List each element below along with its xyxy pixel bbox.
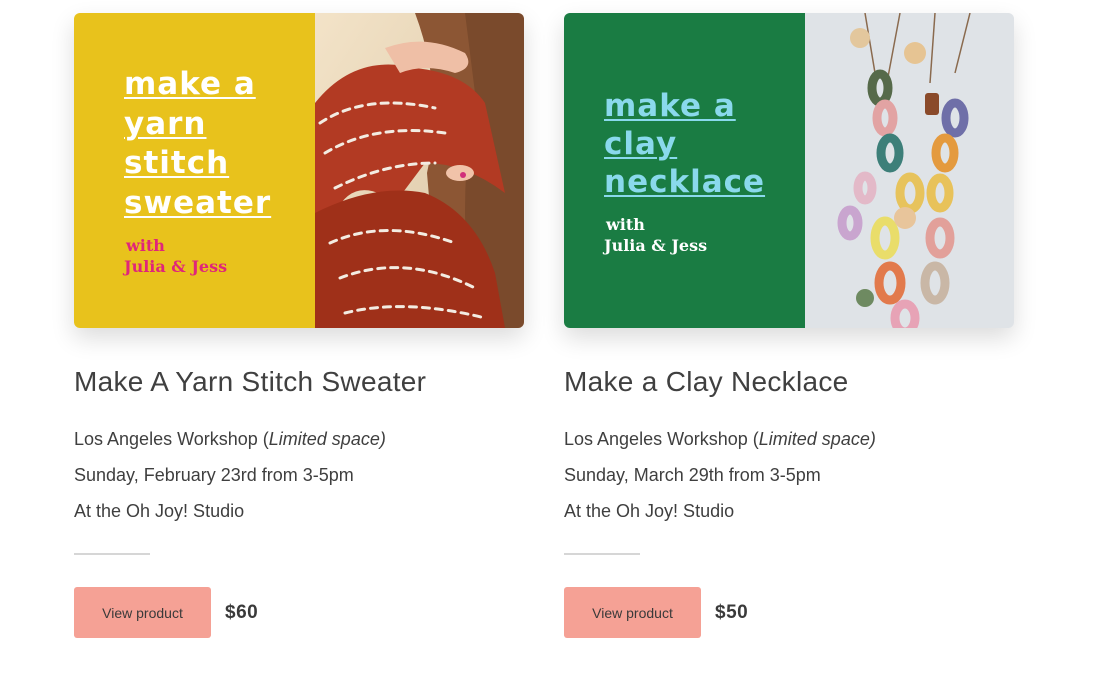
promo-hosts: with Julia & Jess	[124, 236, 228, 276]
promo-title: make a clay necklace	[604, 88, 766, 200]
promo-title: make a yarn stitch sweater	[124, 66, 272, 221]
sweater-photo	[315, 13, 524, 328]
workshop-location: Los Angeles Workshop (Limited space)	[564, 429, 876, 449]
product-image[interactable]: make a yarn stitch sweater with Julia & …	[74, 13, 524, 328]
workshop-date: Sunday, February 23rd from 3-5pm	[74, 465, 354, 485]
necklace-photo	[805, 13, 1014, 328]
product-title[interactable]: Make A Yarn Stitch Sweater	[74, 365, 524, 399]
workshop-location: Los Angeles Workshop (Limited space)	[74, 429, 386, 449]
product-card-clay-necklace: make a clay necklace with Julia & Jess M…	[564, 13, 1014, 638]
purchase-row: View product $50	[564, 587, 1014, 638]
workshop-date: Sunday, March 29th from 3-5pm	[564, 465, 821, 485]
divider	[564, 553, 640, 555]
purchase-row: View product $60	[74, 587, 524, 638]
workshop-venue: At the Oh Joy! Studio	[74, 501, 245, 521]
product-price: $60	[225, 601, 259, 623]
promo-panel: make a clay necklace with Julia & Jess	[564, 13, 805, 328]
promo-panel: make a yarn stitch sweater with Julia & …	[74, 13, 315, 328]
product-details: Los Angeles Workshop (Limited space) Sun…	[564, 421, 1014, 529]
view-product-button[interactable]: View product	[74, 587, 211, 638]
divider	[74, 553, 150, 555]
promo-hosts: with Julia & Jess	[604, 215, 708, 255]
product-card-yarn-sweater: make a yarn stitch sweater with Julia & …	[74, 13, 524, 638]
view-product-button[interactable]: View product	[564, 587, 701, 638]
workshop-venue: At the Oh Joy! Studio	[564, 501, 735, 521]
product-details: Los Angeles Workshop (Limited space) Sun…	[74, 421, 524, 529]
product-price: $50	[715, 601, 749, 623]
product-image[interactable]: make a clay necklace with Julia & Jess	[564, 13, 1014, 328]
product-title[interactable]: Make a Clay Necklace	[564, 365, 1014, 399]
